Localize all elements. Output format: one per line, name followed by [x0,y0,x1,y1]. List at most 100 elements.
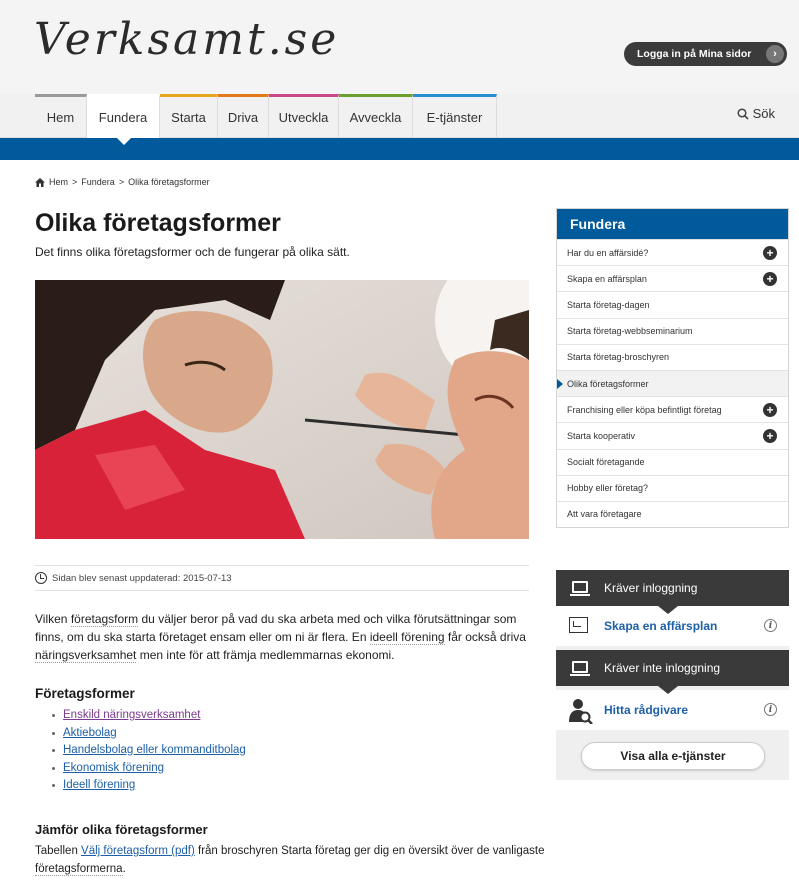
breadcrumb-current: Olika företagsformer [128,177,210,187]
site-header: Verksamt.se Logga in på Mina sidor › [0,0,799,95]
bullet [52,714,55,718]
show-all-eservices-button[interactable]: Visa alla e-tjänster [581,742,765,770]
pdf-link[interactable]: Välj företagsform (pdf) [81,845,195,857]
laptop-icon [570,581,590,596]
service-label[interactable]: Hitta rådgivare [604,703,688,717]
bar-notch [658,606,678,614]
no-login-bar: Kräver inte inloggning [556,650,789,686]
info-icon[interactable]: i [764,703,777,716]
nav-label: Utveckla [278,110,329,125]
service-label[interactable]: Skapa en affärsplan [604,619,717,633]
login-button[interactable]: Logga in på Mina sidor › [624,42,787,66]
bullet [52,731,55,735]
form-link[interactable]: Ekonomisk förening [63,760,164,778]
active-tab-indicator [117,138,131,145]
expand-icon[interactable]: + [763,429,777,444]
body-paragraph: Vilken företagsform du väljer beror på v… [35,610,535,664]
intro-text: Det finns olika företagsformer och de fu… [35,245,350,259]
laptop-icon [570,661,590,676]
breadcrumb-separator: > [118,177,125,187]
computer-icon [569,617,588,633]
eservices-box: Kräver inloggning Skapa en affärsplan i … [556,570,789,780]
hero-image [35,280,529,539]
sidebar-item[interactable]: Starta företag-broschyren [557,343,788,370]
sidebar-item[interactable]: Har du en affärsidé? + [557,239,788,266]
search-button[interactable]: Sök [737,106,775,121]
breadcrumb: Hem > Fundera > Olika företagsformer [35,177,210,187]
last-updated: Sidan blev senast uppdaterad: 2015-07-13 [35,565,529,591]
sidebar-item[interactable]: Starta företag-dagen [557,291,788,318]
form-link[interactable]: Aktiebolag [63,725,117,743]
body-text: får också driva [444,630,526,644]
nav-item-avveckla[interactable]: Avveckla [339,94,413,138]
sidebar-item-label: Franchising eller köpa befintligt företa… [567,404,722,415]
nav-item-fundera[interactable]: Fundera [87,94,160,138]
sidebar-item[interactable]: Socialt företagande [557,448,788,475]
body-text: . [122,863,126,875]
expand-icon[interactable]: + [763,272,777,287]
search-label: Sök [752,106,775,121]
nav-label: Driva [227,110,259,125]
current-arrow-icon [557,378,563,389]
glossary-term[interactable]: företagsformerna [35,863,123,876]
sidebar-item[interactable]: Starta kooperativ + [557,422,788,449]
last-updated-text: Sidan blev senast uppdaterad: 2015-07-13 [52,572,232,584]
sidebar-item-label: Starta företag-broschyren [567,352,670,363]
page-title: Olika företagsformer [35,209,281,237]
glossary-term[interactable]: ideell förening [369,630,445,645]
sidebar-item-current[interactable]: Olika företagsformer [557,369,788,397]
login-required-label: Kräver inloggning [604,581,698,595]
bullet [52,749,55,753]
service-hitta-radgivare[interactable]: Hitta rådgivare i [556,690,789,730]
breadcrumb-fundera[interactable]: Fundera [81,177,115,187]
nav-item-utveckla[interactable]: Utveckla [269,94,339,138]
glossary-term[interactable]: företagsform [70,612,139,627]
list-item: Ideell förening [52,777,246,795]
nav-label: Starta [171,110,206,125]
site-logo[interactable]: Verksamt.se [34,14,339,65]
bullet [52,766,55,770]
expand-icon[interactable]: + [763,246,777,260]
compare-paragraph: Tabellen Välj företagsform (pdf) från br… [35,842,545,878]
nav-label: E-tjänster [426,110,483,125]
clock-icon [35,572,47,584]
sidebar-item[interactable]: Franchising eller köpa befintligt företa… [557,396,788,423]
sidebar-item[interactable]: Hobby eller företag? [557,474,788,501]
sidebar-item-label: Starta kooperativ [567,430,636,441]
sidebar-item-label: Har du en affärsidé? [567,247,649,258]
nav-item-starta[interactable]: Starta [160,94,218,138]
body-text: Tabellen [35,845,82,857]
forms-heading: Företagsformer [35,686,135,701]
breadcrumb-home[interactable]: Hem [49,177,68,187]
sidebar-item-label: Olika företagsformer [567,378,649,389]
bar-notch [658,686,678,694]
home-icon[interactable] [35,177,45,187]
login-required-bar: Kräver inloggning [556,570,789,606]
glossary-term[interactable]: näringsverksamhet [35,648,137,663]
sidebar-item-label: Starta företag-dagen [567,299,650,310]
nav-item-e-tjanster[interactable]: E-tjänster [413,94,497,138]
nav-item-hem[interactable]: Hem [35,94,87,138]
list-item: Enskild näringsverksamhet [52,707,246,725]
expand-icon[interactable]: + [763,403,777,418]
sidebar-item-label: Starta företag-webbseminarium [567,326,693,337]
sidebar-item[interactable]: Att vara företagare [557,500,788,528]
bullet [52,784,55,788]
sidebar-item-label: Skapa en affärsplan [567,273,647,284]
chevron-right-icon: › [766,45,784,63]
body-text: Vilken [35,612,71,626]
main-nav: Hem Fundera Starta Driva Utveckla Avveck… [0,94,799,138]
compare-heading: Jämför olika företagsformer [35,822,208,837]
sidebar-item[interactable]: Skapa en affärsplan + [557,265,788,292]
info-icon[interactable]: i [764,619,777,632]
nav-item-driva[interactable]: Driva [218,94,269,138]
no-login-label: Kräver inte inloggning [604,661,721,675]
body-text: från broschyren Starta företag ger dig e… [194,845,545,857]
form-link[interactable]: Enskild näringsverksamhet [63,707,200,725]
form-link[interactable]: Handelsbolag eller kommanditbolag [63,742,246,760]
nav-label: Avveckla [349,110,402,125]
sidebar-heading[interactable]: Fundera [557,209,788,239]
sidebar-item[interactable]: Starta företag-webbseminarium [557,317,788,344]
form-link[interactable]: Ideell förening [63,777,135,795]
advisor-search-icon [569,699,593,724]
